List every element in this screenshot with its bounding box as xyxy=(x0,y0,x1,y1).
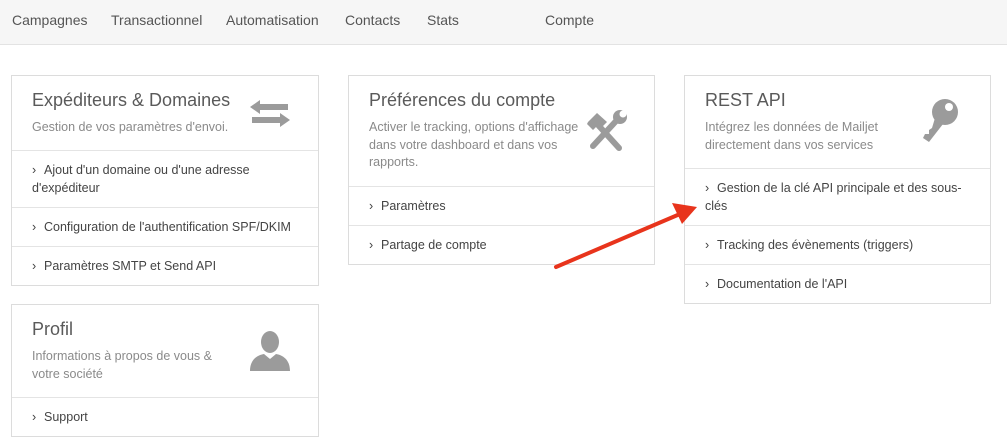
link-parametres[interactable]: › Paramètres xyxy=(349,187,654,226)
senders-card-header: Expéditeurs & Domaines Gestion de vos pa… xyxy=(12,76,318,151)
nav-automatisation[interactable]: Automatisation xyxy=(226,12,319,28)
link-label: Support xyxy=(44,410,88,424)
link-label: Partage de compte xyxy=(381,238,487,252)
link-smtp-send-api[interactable]: › Paramètres SMTP et Send API xyxy=(12,247,318,285)
top-navigation: Campagnes Transactionnel Automatisation … xyxy=(0,0,1007,45)
key-icon xyxy=(923,99,958,142)
senders-card-description: Gestion de vos paramètres d'envoi. xyxy=(32,120,229,134)
link-support[interactable]: › Support xyxy=(12,398,318,436)
nav-compte[interactable]: Compte xyxy=(545,12,594,28)
link-add-domain-sender[interactable]: › Ajout d'un domaine ou d'une adresse d'e… xyxy=(12,151,318,208)
chevron-right-icon: › xyxy=(705,181,710,195)
chevron-right-icon: › xyxy=(32,220,37,234)
link-label: Ajout d'un domaine ou d'une adresse d'ex… xyxy=(32,163,250,195)
nav-campagnes[interactable]: Campagnes xyxy=(12,12,88,28)
link-label: Paramètres xyxy=(381,199,446,213)
rest-api-card: REST API Intégrez les données de Mailjet… xyxy=(684,75,991,304)
link-label: Documentation de l'API xyxy=(717,277,848,291)
senders-card-title: Expéditeurs & Domaines xyxy=(32,90,231,110)
profile-card: Profil Informations à propos de vous & v… xyxy=(11,304,319,437)
chevron-right-icon: › xyxy=(32,410,37,424)
preferences-card-header: Préférences du compte Activer le trackin… xyxy=(349,76,654,187)
link-api-key-management[interactable]: › Gestion de la clé API principale et des… xyxy=(685,169,990,226)
senders-domains-card: Expéditeurs & Domaines Gestion de vos pa… xyxy=(11,75,319,286)
link-label: Paramètres SMTP et Send API xyxy=(44,259,217,273)
restapi-card-title: REST API xyxy=(705,90,786,110)
restapi-card-description: Intégrez les données de Mailjet directem… xyxy=(705,120,879,152)
chevron-right-icon: › xyxy=(705,238,710,252)
chevron-right-icon: › xyxy=(32,163,37,177)
chevron-right-icon: › xyxy=(32,259,37,273)
profile-card-header: Profil Informations à propos de vous & v… xyxy=(12,305,318,398)
profile-card-description: Informations à propos de vous & votre so… xyxy=(32,349,212,381)
link-label: Tracking des évènements (triggers) xyxy=(717,238,914,252)
preferences-card-description: Activer le tracking, options d'affichage… xyxy=(369,120,579,169)
user-icon xyxy=(250,331,290,371)
nav-contacts[interactable]: Contacts xyxy=(345,12,400,28)
chevron-right-icon: › xyxy=(705,277,710,291)
profile-card-title: Profil xyxy=(32,319,74,339)
nav-transactionnel[interactable]: Transactionnel xyxy=(111,12,202,28)
restapi-card-header: REST API Intégrez les données de Mailjet… xyxy=(685,76,990,169)
link-partage-compte[interactable]: › Partage de compte xyxy=(349,226,654,264)
link-event-tracking[interactable]: › Tracking des évènements (triggers) xyxy=(685,226,990,265)
transfer-arrows-icon xyxy=(250,100,290,127)
hammer-wrench-icon xyxy=(587,110,627,151)
chevron-right-icon: › xyxy=(369,238,374,252)
link-api-documentation[interactable]: › Documentation de l'API xyxy=(685,265,990,303)
link-spf-dkim[interactable]: › Configuration de l'authentification SPF… xyxy=(12,208,318,247)
chevron-right-icon: › xyxy=(369,199,374,213)
nav-stats[interactable]: Stats xyxy=(427,12,459,28)
link-label: Gestion de la clé API principale et des … xyxy=(705,181,962,213)
preferences-card-title: Préférences du compte xyxy=(369,90,556,110)
link-label: Configuration de l'authentification SPF/… xyxy=(44,220,291,234)
account-preferences-card: Préférences du compte Activer le trackin… xyxy=(348,75,655,265)
